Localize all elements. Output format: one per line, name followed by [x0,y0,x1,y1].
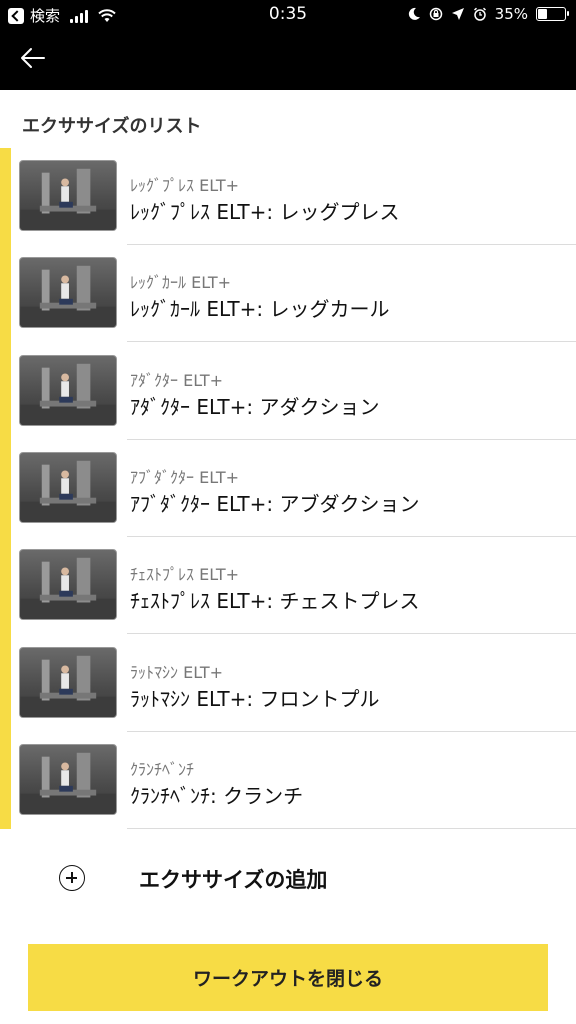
exercise-row[interactable]: ｱﾀﾞｸﾀｰ ELT+ ｱﾀﾞｸﾀｰ ELT+: アダクション [11,343,576,440]
alarm-icon [473,7,486,21]
exercise-machine-thumbnail [19,451,117,523]
exercise-machine-thumbnail [19,160,117,231]
moon-icon [408,7,420,20]
exercise-machine-name: ﾗｯﾄﾏｼﾝ ELT+ [130,662,224,682]
exercise-machine-thumbnail [19,257,117,329]
add-exercise-button[interactable]: エクササイズの追加 [0,830,576,926]
exercise-row[interactable]: ｱﾌﾞﾀﾞｸﾀｰ ELT+ ｱﾌﾞﾀﾞｸﾀｰ ELT+: アブダクション [11,440,576,537]
back-arrow-icon[interactable] [18,44,48,72]
selection-accent-bar [0,148,11,829]
status-right: 35% [407,5,569,23]
top-bar: 検索 0:35 35% [0,0,576,90]
battery-icon [536,7,569,21]
rotation-lock-icon [429,7,442,21]
exercise-title: ｱﾌﾞﾀﾞｸﾀｰ ELT+: アブダクション [130,491,420,516]
exercise-row[interactable]: ﾗｯﾄﾏｼﾝ ELT+ ﾗｯﾄﾏｼﾝ ELT+: フロントプル [11,635,576,732]
exercise-title: ｱﾀﾞｸﾀｰ ELT+: アダクション [130,394,380,419]
location-arrow-icon [451,8,464,20]
exercise-title: ﾚｯｸﾞｶｰﾙ ELT+: レッグカール [130,297,390,322]
status-bar: 検索 0:35 35% [0,0,576,30]
close-workout-button[interactable]: ワークアウトを閉じる [28,944,548,1011]
exercise-row[interactable]: ﾚｯｸﾞｶｰﾙ ELT+ ﾚｯｸﾞｶｰﾙ ELT+: レッグカール [11,245,576,343]
exercise-row[interactable]: ﾁｪｽﾄﾌﾟﾚｽ ELT+ ﾁｪｽﾄﾌﾟﾚｽ ELT+: チェストプレス [11,537,576,635]
add-exercise-label[interactable]: エクササイズの追加 [139,864,327,894]
exercise-machine-thumbnail [19,549,117,621]
exercise-machine-name: ﾚｯｸﾞｶｰﾙ ELT+ [130,273,232,293]
exercise-machine-name: ｸﾗﾝﾁﾍﾞﾝﾁ [130,759,195,779]
add-circle-icon[interactable] [59,865,85,891]
exercise-title: ﾁｪｽﾄﾌﾟﾚｽ ELT+: チェストプレス [130,589,420,614]
exercise-machine-name: ﾚｯｸﾞﾌﾟﾚｽ ELT+ [130,176,240,195]
exercise-row[interactable]: ｸﾗﾝﾁﾍﾞﾝﾁ ｸﾗﾝﾁﾍﾞﾝﾁ: クランチ [11,732,576,829]
section-title: エクササイズのリスト [22,116,202,137]
exercise-title: ﾚｯｸﾞﾌﾟﾚｽ ELT+: レッグプレス [130,200,400,224]
exercise-machine-thumbnail [19,354,117,426]
exercise-machine-thumbnail [19,646,117,718]
exercise-list: ﾚｯｸﾞﾌﾟﾚｽ ELT+ ﾚｯｸﾞﾌﾟﾚｽ ELT+: レッグプレス ﾚｯｸﾞｶｰ… [0,148,576,829]
exercise-machine-name: ｱﾀﾞｸﾀｰ ELT+ [130,370,224,390]
exercise-machine-name: ﾁｪｽﾄﾌﾟﾚｽ ELT+ [130,565,240,585]
exercise-row[interactable]: ﾚｯｸﾞﾌﾟﾚｽ ELT+ ﾚｯｸﾞﾌﾟﾚｽ ELT+: レッグプレス [11,148,576,245]
battery-percent: 35% [494,5,528,23]
row-divider [127,827,576,829]
exercise-title: ﾗｯﾄﾏｼﾝ ELT+: フロントプル [130,686,380,711]
exercise-machine-name: ｱﾌﾞﾀﾞｸﾀｰ ELT+ [130,467,240,487]
exercise-machine-thumbnail [19,743,117,815]
exercise-title: ｸﾗﾝﾁﾍﾞﾝﾁ: クランチ [130,783,304,808]
